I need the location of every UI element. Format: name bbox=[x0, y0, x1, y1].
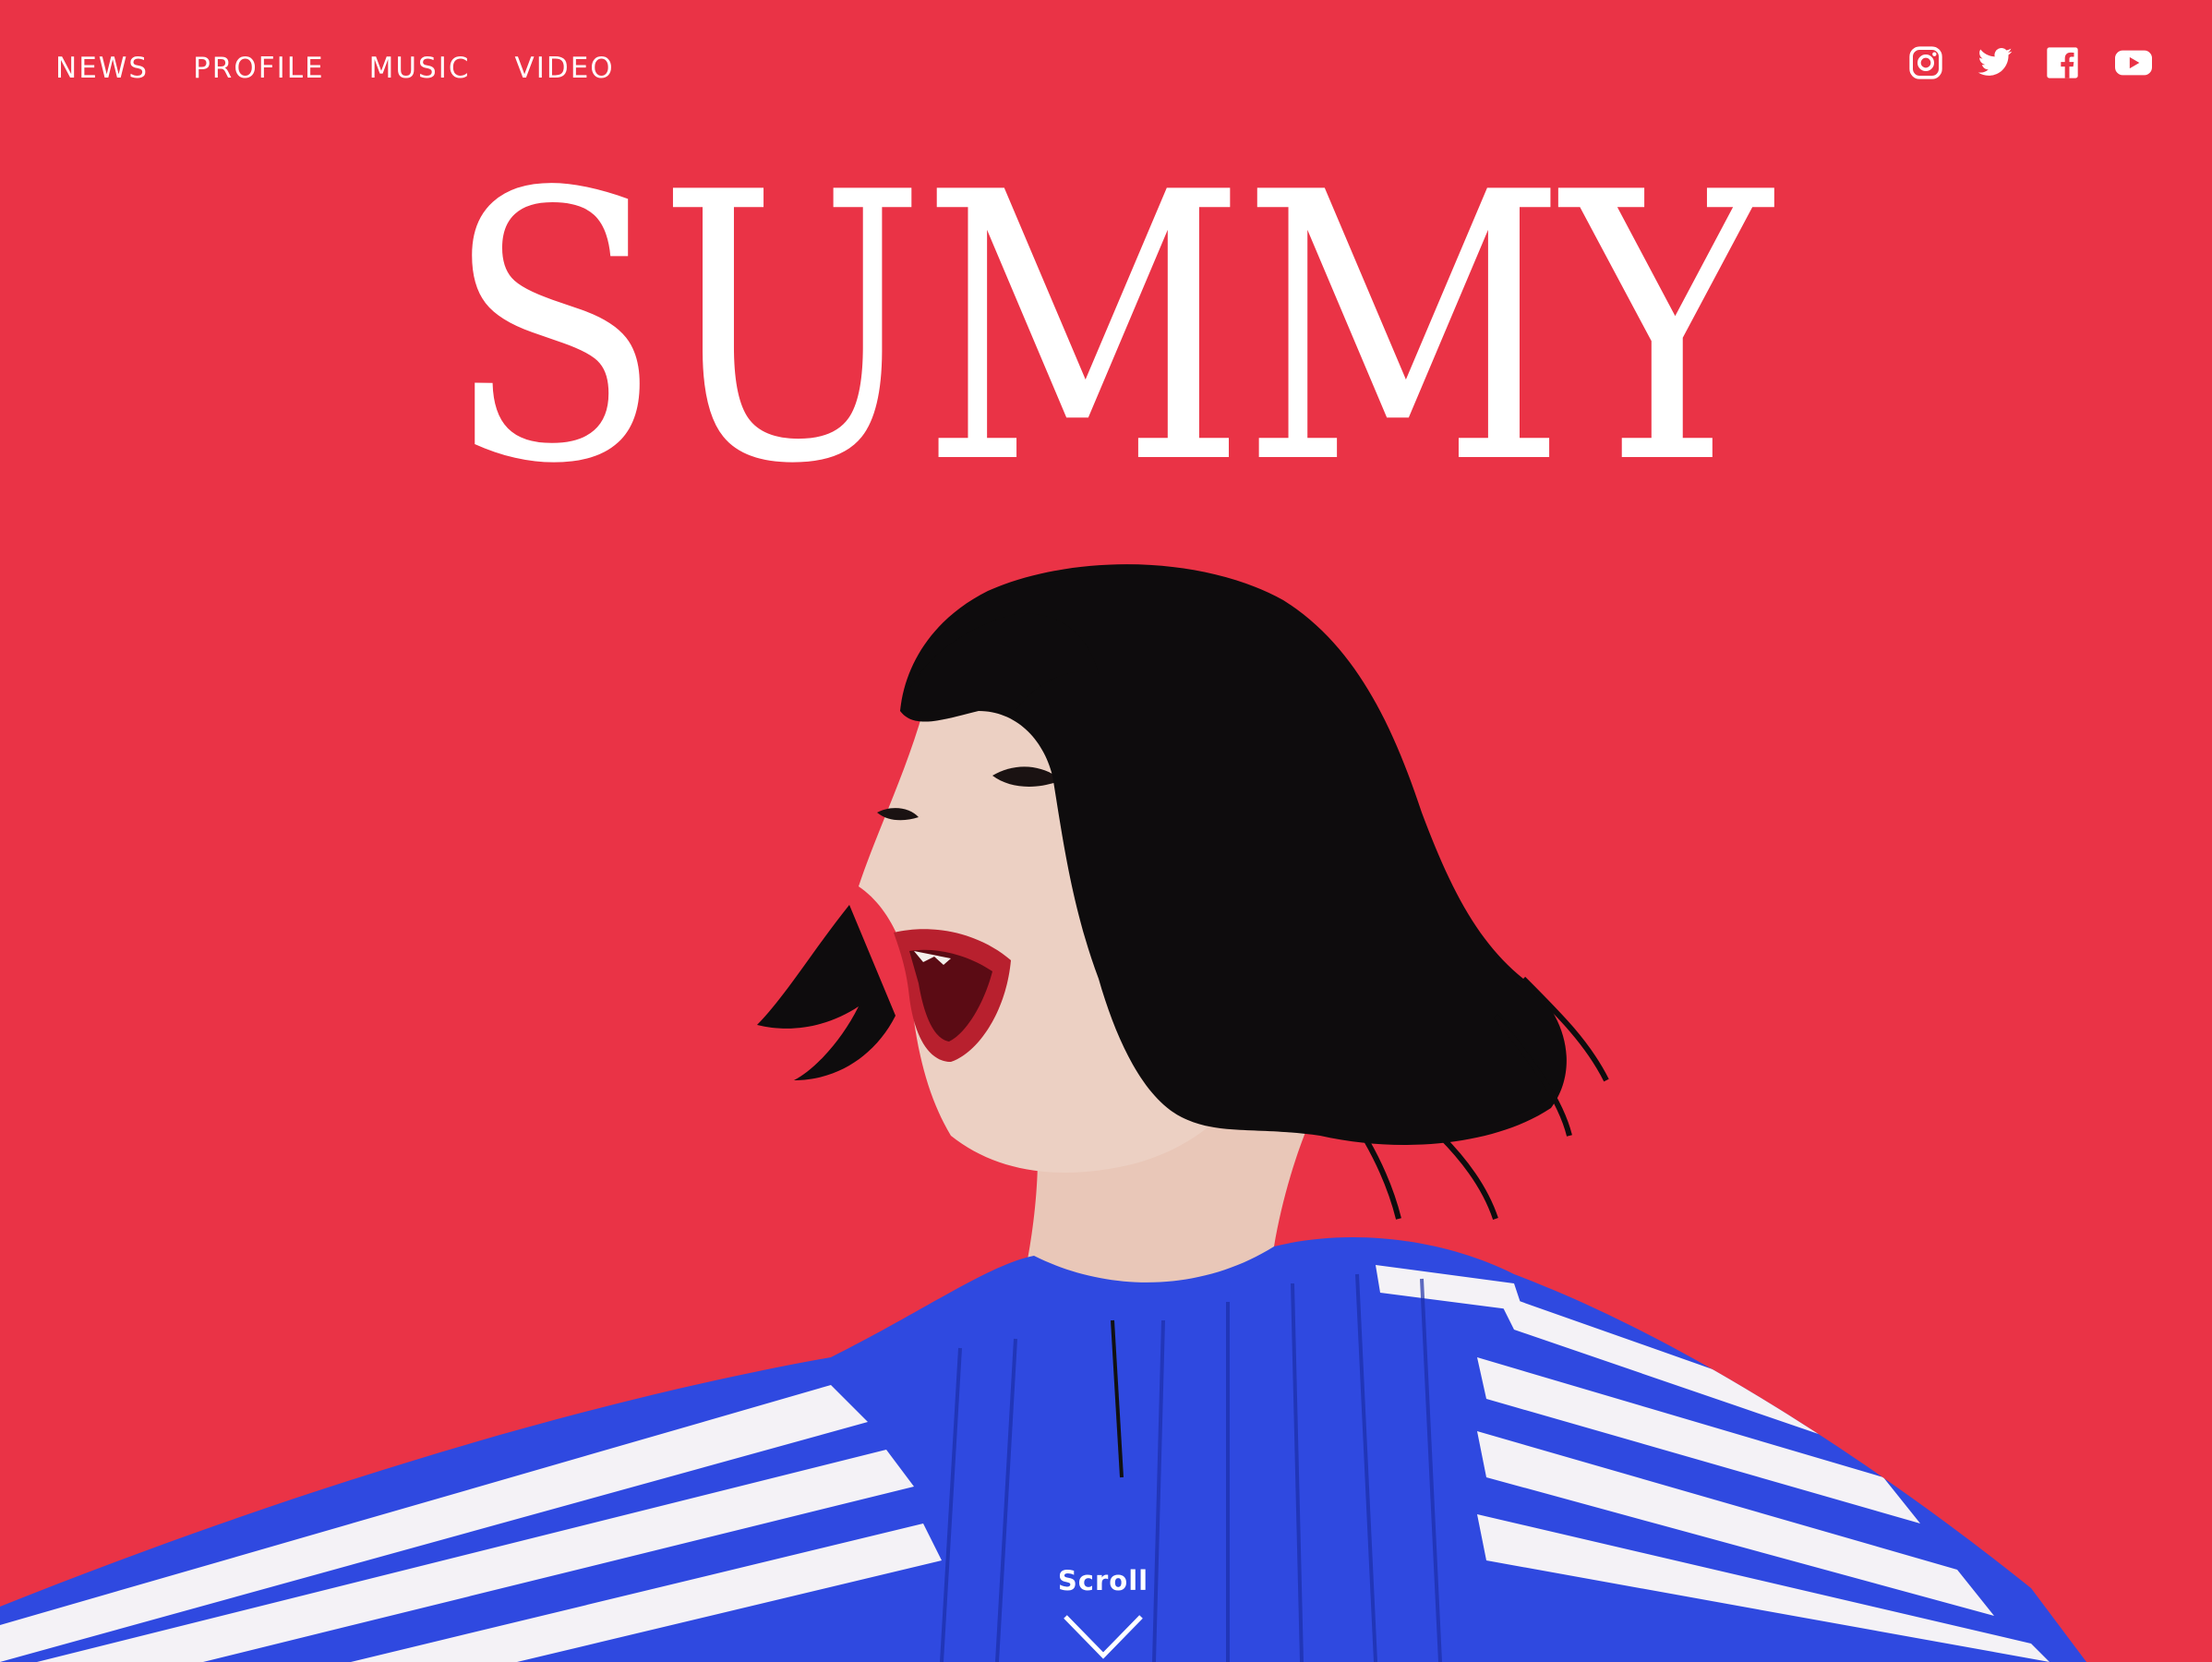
scroll-indicator[interactable]: Scroll bbox=[1011, 1565, 1196, 1659]
hero-photo bbox=[0, 564, 2086, 1662]
scroll-label: Scroll bbox=[1057, 1565, 1149, 1596]
chevron-down-icon bbox=[1064, 1615, 1143, 1659]
